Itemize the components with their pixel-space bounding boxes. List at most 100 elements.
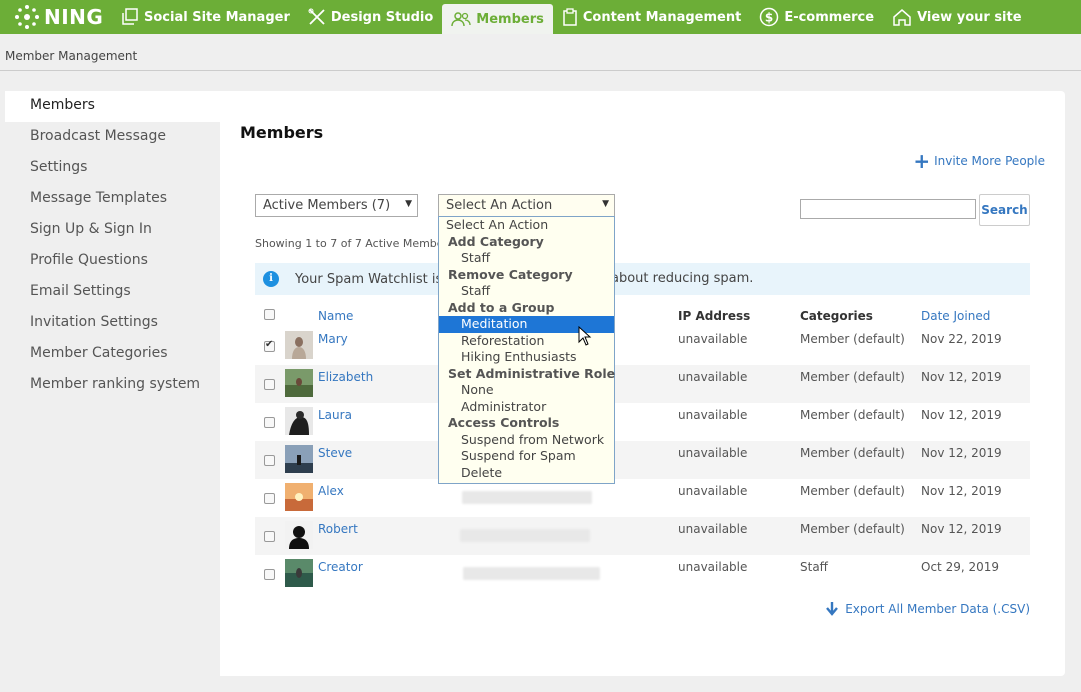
member-date-joined: Nov 12, 2019 [921, 446, 1002, 460]
caret-down-icon: ▼ [405, 199, 412, 209]
member-date-joined: Nov 12, 2019 [921, 408, 1002, 422]
nav-social-site-manager[interactable]: Social Site Manager [112, 0, 299, 34]
table-row: Steve unavailable Member (default) Nov 1… [255, 441, 1030, 479]
dropdown-group-label: Set Administrative Role [448, 365, 616, 381]
showing-count: Showing 1 to 7 of 7 Active Members [255, 237, 454, 250]
avatar [285, 369, 313, 397]
row-checkbox[interactable] [264, 455, 275, 466]
nav-ecommerce[interactable]: $ E-commerce [750, 0, 883, 34]
member-category: Staff [800, 560, 828, 574]
action-value: Select An Action [446, 198, 553, 213]
export-label: Export All Member Data (.CSV) [845, 602, 1030, 616]
dollar-icon: $ [760, 7, 779, 27]
nav-view-your-site[interactable]: View your site [883, 0, 1030, 34]
nav-members[interactable]: Members [442, 4, 553, 34]
sidebar-item-settings[interactable]: Settings [5, 153, 220, 184]
main-panel: Members + Invite More People Active Memb… [220, 91, 1065, 676]
table-row: Creator unavailable Staff Oct 29, 2019 [255, 555, 1030, 593]
member-name-link[interactable]: Creator [318, 560, 363, 574]
avatar [285, 331, 313, 359]
sidebar-item-invitation-settings[interactable]: Invitation Settings [5, 308, 220, 339]
member-date-joined: Oct 29, 2019 [921, 560, 999, 574]
blurred-email [463, 567, 600, 580]
dropdown-group-label: Remove Category [448, 266, 573, 282]
dropdown-option[interactable]: Suspend from Network [439, 432, 614, 449]
logo-text: NING [44, 5, 104, 29]
dropdown-option[interactable]: None [439, 382, 614, 399]
divider [0, 70, 1081, 71]
info-text-right: about reducing spam. [611, 271, 754, 286]
dropdown-group-label: Access Controls [448, 415, 560, 430]
dropdown-option[interactable]: Staff [439, 283, 614, 300]
member-category: Member (default) [800, 370, 905, 384]
member-ip: unavailable [678, 332, 748, 346]
blurred-email [462, 491, 592, 504]
nav-label: Members [476, 11, 544, 27]
dropdown-option[interactable]: Delete [439, 465, 614, 482]
home-icon [893, 9, 911, 26]
select-all-checkbox[interactable] [264, 309, 275, 320]
member-filter-select[interactable]: Active Members (7) ▼ [255, 194, 418, 217]
member-name-link[interactable]: Elizabeth [318, 370, 373, 384]
dropdown-option[interactable]: Select An Action [439, 217, 614, 234]
row-checkbox[interactable] [264, 569, 275, 580]
row-checkbox[interactable] [264, 531, 275, 542]
avatar [285, 483, 313, 511]
column-header-name[interactable]: Name [318, 309, 353, 323]
column-header-date-joined[interactable]: Date Joined [921, 309, 990, 323]
avatar [285, 445, 313, 473]
nav-design-studio[interactable]: Design Studio [299, 0, 442, 34]
member-date-joined: Nov 12, 2019 [921, 370, 1002, 384]
plus-icon: + [913, 149, 931, 173]
table-row: Laura unavailable Member (default) Nov 1… [255, 403, 1030, 441]
dropdown-group-label: Add Category [448, 233, 544, 249]
dropdown-group-label: Add to a Group [448, 299, 555, 315]
row-checkbox[interactable] [264, 417, 275, 428]
member-name-link[interactable]: Robert [318, 522, 358, 536]
sidebar-item-email-settings[interactable]: Email Settings [5, 277, 220, 308]
member-category: Member (default) [800, 522, 905, 536]
nav-content-management[interactable]: Content Management [553, 0, 750, 34]
tools-icon [308, 8, 325, 25]
member-name-link[interactable]: Mary [318, 332, 348, 346]
search-button[interactable]: Search [979, 194, 1030, 226]
member-category: Member (default) [800, 408, 905, 422]
member-ip: unavailable [678, 408, 748, 422]
member-date-joined: Nov 12, 2019 [921, 522, 1002, 536]
sidebar-item-member-ranking-system[interactable]: Member ranking system [5, 370, 220, 401]
sidebar-item-sign-up-sign-in[interactable]: Sign Up & Sign In [5, 215, 220, 246]
top-nav: NING Social Site Manager Design Studio M… [0, 0, 1081, 34]
users-icon [451, 12, 471, 27]
sidebar-item-message-templates[interactable]: Message Templates [5, 184, 220, 215]
member-name-link[interactable]: Alex [318, 484, 344, 498]
member-ip: unavailable [678, 560, 748, 574]
sidebar-item-member-categories[interactable]: Member Categories [5, 339, 220, 370]
search-input[interactable] [800, 199, 976, 219]
member-name-link[interactable]: Steve [318, 446, 352, 460]
export-csv-link[interactable]: Export All Member Data (.CSV) [825, 601, 1030, 617]
sidebar-item-broadcast-message[interactable]: Broadcast Message [5, 122, 220, 153]
row-checkbox[interactable] [264, 379, 275, 390]
member-category: Member (default) [800, 446, 905, 460]
info-text-left: Your Spam Watchlist is [295, 271, 443, 287]
member-ip: unavailable [678, 484, 748, 498]
dropdown-option[interactable]: Hiking Enthusiasts [439, 349, 614, 366]
dropdown-option[interactable]: Administrator [439, 399, 614, 416]
row-checkbox[interactable] [264, 339, 275, 352]
invite-more-people-link[interactable]: + Invite More People [913, 149, 1045, 173]
blurred-email [460, 529, 590, 542]
nav-label: Content Management [582, 9, 742, 25]
avatar [285, 559, 313, 587]
sidebar-item-members[interactable]: Members [5, 91, 220, 122]
dropdown-option[interactable]: Suspend for Spam [439, 448, 614, 465]
mouse-cursor-icon [578, 326, 592, 346]
sidebar-item-profile-questions[interactable]: Profile Questions [5, 246, 220, 277]
dropdown-option[interactable]: Staff [439, 250, 614, 267]
member-name-link[interactable]: Laura [318, 408, 352, 422]
column-header-ip: IP Address [678, 309, 751, 323]
row-checkbox[interactable] [264, 493, 275, 504]
info-icon: i [263, 271, 279, 287]
caret-down-icon: ▼ [602, 199, 609, 209]
action-select[interactable]: Select An Action ▼ [438, 194, 615, 217]
logo[interactable]: NING [0, 0, 112, 34]
